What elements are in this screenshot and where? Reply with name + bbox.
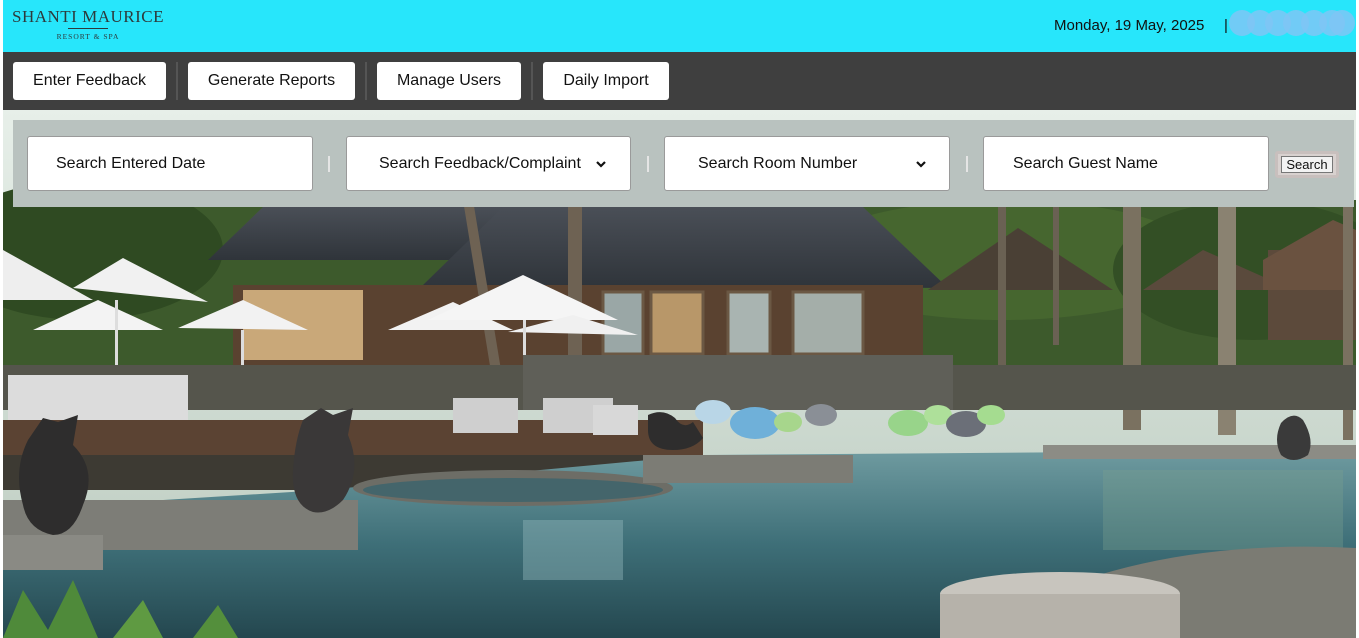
search-button-label: Search [1281,156,1333,173]
room-number-label: Search Room Number [698,155,858,172]
manage-users-button[interactable]: Manage Users [377,62,521,100]
entered-date-placeholder: Search Entered Date [56,155,206,172]
nav-bar: Enter Feedback Generate Reports Manage U… [3,52,1356,110]
nav-divider [365,62,367,100]
search-button[interactable]: Search [1275,151,1339,178]
room-number-select[interactable]: Search Room Number [664,136,950,191]
logo-subtitle: RESORT & SPA [56,32,120,41]
resort-logo: SHANTI MAURICE RESORT & SPA [12,7,164,42]
search-divider [328,156,330,172]
search-divider [966,156,968,172]
logo-divider [68,28,108,29]
user-separator: | [1224,17,1228,34]
app-frame: SHANTI MAURICE RESORT & SPA Monday, 19 M… [3,0,1356,638]
header-bar: SHANTI MAURICE RESORT & SPA Monday, 19 M… [3,0,1356,52]
feedback-complaint-label: Search Feedback/Complaint [379,155,581,172]
enter-feedback-button[interactable]: Enter Feedback [13,62,166,100]
current-date: Monday, 19 May, 2025 [1054,17,1205,34]
chevron-down-icon [596,161,606,168]
search-panel: Search Entered Date Search Feedback/Comp… [13,120,1354,207]
redacted-username [1229,10,1355,36]
entered-date-search-field[interactable]: Search Entered Date [27,136,313,191]
nav-divider [176,62,178,100]
daily-import-button[interactable]: Daily Import [543,62,669,100]
nav-divider [531,62,533,100]
search-divider [647,156,649,172]
guest-name-search-field[interactable]: Search Guest Name [983,136,1269,191]
guest-name-placeholder: Search Guest Name [1013,155,1158,172]
feedback-complaint-select[interactable]: Search Feedback/Complaint [346,136,631,191]
logo-title: SHANTI MAURICE [12,7,164,26]
chevron-down-icon [916,161,926,168]
generate-reports-button[interactable]: Generate Reports [188,62,355,100]
